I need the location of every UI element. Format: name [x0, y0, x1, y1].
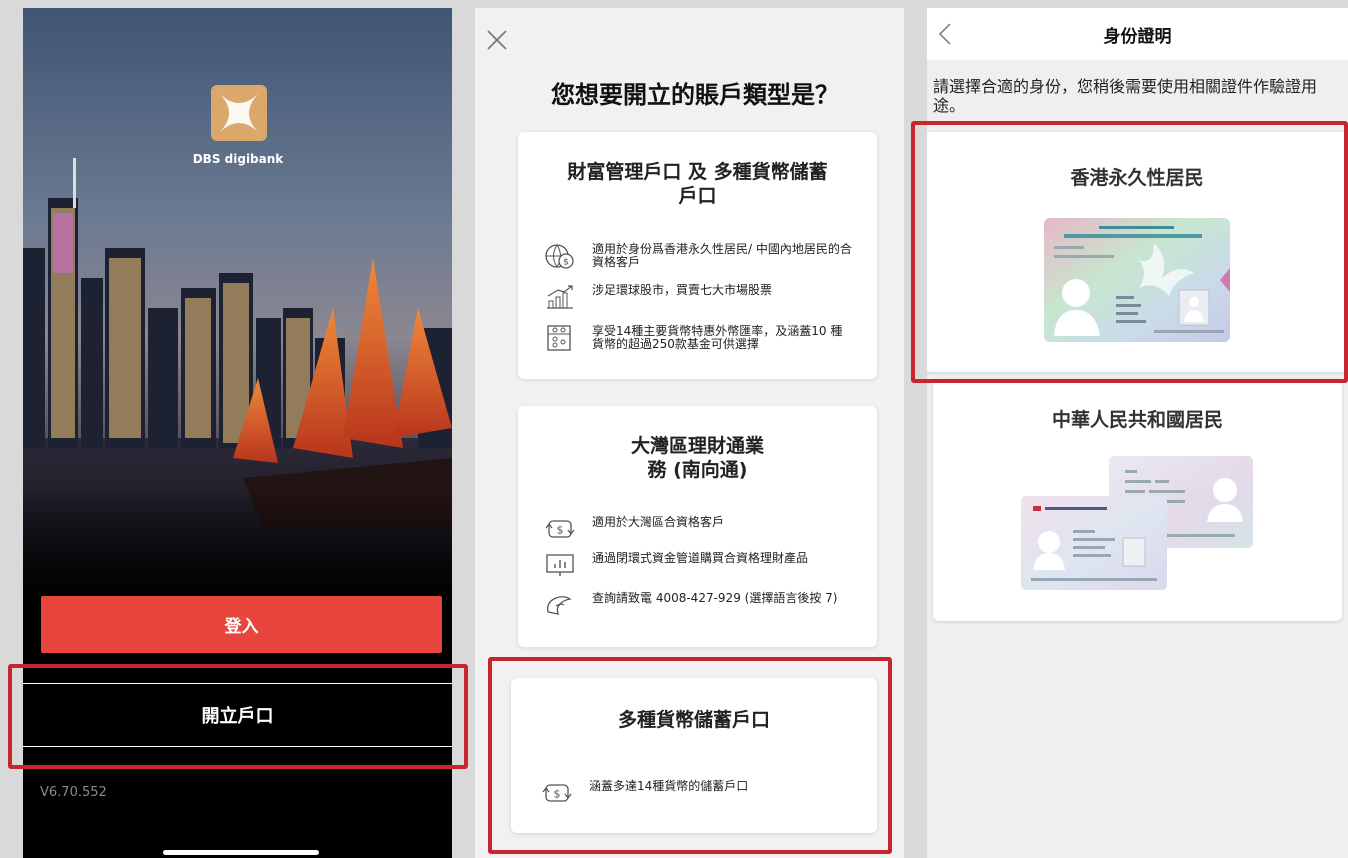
- page-title: 身份證明: [1103, 27, 1172, 47]
- currency-exchange-icon: $: [542, 784, 572, 802]
- svg-text:$: $: [563, 258, 569, 268]
- feature-item: 通過閉環式資金管道購買合資格理財產品: [544, 552, 852, 578]
- feature-text: 查詢請致電 4008-427-929 (選擇語言後按 7): [592, 591, 838, 605]
- dbs-logo-icon: [211, 85, 267, 141]
- feature-text: 通過閉環式資金管道購買合資格理財產品: [592, 551, 809, 565]
- feature-text: 享受14種主要貨幣特惠外幣匯率，及涵蓋10 種貨幣的超過250款基金可供選擇: [592, 324, 843, 351]
- card-title: 大灣區理財通業務 (南向通): [630, 435, 764, 481]
- feature-text: 適用於大灣區合資格客戶: [592, 515, 725, 529]
- page-title: 您想要開立的賬戶類型是？: [551, 81, 839, 109]
- hk-id-card-icon: [1044, 218, 1230, 342]
- header-bar: 身份證明: [927, 8, 1348, 60]
- growth-chart-icon: [547, 285, 573, 309]
- identity-screen: 身份證明 請選擇合適的身份，您稍後需要使用相關證件作驗證用途。 香港永久性居民: [927, 8, 1348, 858]
- feature-item: 涉足環球股市，買賣七大市場股票: [544, 284, 852, 310]
- instruction-text: 請選擇合適的身份，您稍後需要使用相關證件作驗證用途。: [933, 77, 1318, 115]
- feature-item: $ 涵蓋多達14種貨幣的儲蓄戶口: [541, 780, 849, 806]
- prc-resident-option[interactable]: 中華人民共和國居民: [933, 379, 1342, 621]
- feature-item: 查詢請致電 4008-427-929 (選擇語言後按 7): [544, 592, 852, 618]
- option-label: 香港永久性居民: [1070, 167, 1204, 189]
- feature-text: 涵蓋多達14種貨幣的儲蓄戶口: [589, 779, 749, 793]
- globe-dollar-icon: $: [545, 244, 574, 269]
- brand-name: DBS digibank: [192, 152, 284, 166]
- account-type-screen: 您想要開立的賬戶類型是？ 財富管理戶口 及 多種貨幣儲蓄戶口 $ 適用於身份爲香…: [475, 8, 904, 858]
- feature-item: $ 適用於身份爲香港永久性居民/ 中國內地居民的合資格客戶: [544, 243, 852, 269]
- feature-item: $ 適用於大灣區合資格客戶: [544, 516, 852, 542]
- feature-item: 享受14種主要貨幣特惠外幣匯率，及涵蓋10 種貨幣的超過250款基金可供選擇: [544, 325, 852, 351]
- feature-text: 涉足環球股市，買賣七大市場股票: [592, 283, 773, 297]
- open-account-button[interactable]: 開立戶口: [23, 683, 452, 747]
- feature-text: 適用於身份爲香港永久性居民/ 中國內地居民的合資格客戶: [592, 242, 852, 269]
- login-screen: DBS digibank 登入 開立戶口 V6.70.552: [23, 8, 452, 858]
- prc-id-card-icon: [1021, 456, 1253, 590]
- cross-boundary-wealth-card[interactable]: 大灣區理財通業務 (南向通) $ 適用於大灣區合資格客戶 通過閉環式資金管道購買…: [518, 406, 877, 647]
- currency-exchange-icon: $: [545, 520, 575, 538]
- card-title: 財富管理戶口 及 多種貨幣儲蓄戶口: [567, 161, 828, 207]
- card-title: 多種貨幣儲蓄戶口: [617, 709, 770, 731]
- login-button[interactable]: 登入: [41, 596, 442, 653]
- svg-text:$: $: [557, 524, 564, 537]
- abacus-icon: [547, 325, 571, 351]
- home-indicator[interactable]: [163, 850, 319, 855]
- phone-hand-icon: [547, 596, 572, 615]
- app-version: V6.70.552: [40, 785, 107, 800]
- wealth-management-card[interactable]: 財富管理戶口 及 多種貨幣儲蓄戶口 $ 適用於身份爲香港永久性居民/ 中國內地居…: [518, 132, 877, 379]
- option-label: 中華人民共和國居民: [1051, 409, 1223, 431]
- close-icon[interactable]: [485, 28, 509, 52]
- multi-currency-savings-card[interactable]: 多種貨幣儲蓄戶口 $ 涵蓋多達14種貨幣的儲蓄戶口: [511, 678, 877, 833]
- svg-text:$: $: [554, 788, 561, 801]
- presentation-chart-icon: [546, 554, 574, 576]
- hk-permanent-resident-option[interactable]: 香港永久性居民: [927, 132, 1348, 372]
